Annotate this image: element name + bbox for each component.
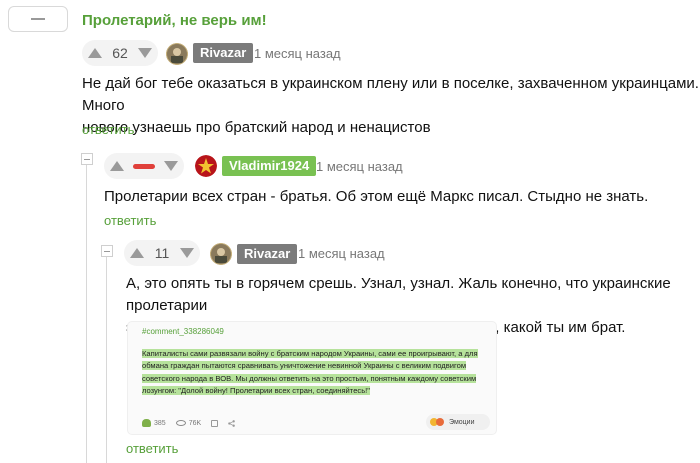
eye-icon [175,420,186,426]
collapse-thread-button[interactable] [8,6,68,32]
comment-time[interactable]: 1 месяц назад [254,46,341,61]
collapse-branch-button[interactable] [101,245,113,257]
emotions-label: Эмоции [449,418,475,426]
negative-rating-bar [133,163,155,169]
author-badge[interactable]: Vladimir1924 [222,156,317,176]
author-badge[interactable]: Rivazar [237,244,298,264]
comment-text: Не дай бог тебе оказаться в украинском п… [82,73,700,139]
views-count: 76K [175,419,202,427]
comment-title: Пролетарий, не верь им! [82,12,267,29]
upvote-icon[interactable] [130,248,144,258]
avatar[interactable] [166,43,188,65]
upvote-icon[interactable] [88,48,102,58]
emotions-button: Эмоции [426,414,490,430]
avatar[interactable] [195,155,217,177]
downvote-icon[interactable] [179,248,194,258]
comment-text-line: А, это опять ты в горячем срешь. Узнал, … [126,275,671,314]
quoted-line: обмана граждан пытаются сравнивать уничт… [142,361,467,371]
quoted-text: Капиталисты сами развязали войну с братс… [142,348,492,398]
embedded-comment-screenshot[interactable]: #comment_338286049 Капиталисты сами разв… [128,322,496,434]
save-icon [211,419,219,427]
views-value: 76K [188,419,202,427]
minus-icon [31,18,45,20]
emoji-icon [436,418,444,426]
comment-text: Пролетарии всех стран - братья. Об этом … [104,188,649,205]
collapse-branch-button[interactable] [81,153,93,165]
quoted-line: советского народа в ВОВ. Мы должны ответ… [142,373,477,383]
minus-icon [104,250,110,252]
author-badge[interactable]: Rivazar [193,43,254,63]
reply-link[interactable]: ответить [82,122,134,137]
heart-icon [142,419,151,427]
likes-count: 385 [142,419,166,427]
reply-link[interactable]: ответить [104,213,156,228]
reply-link[interactable]: ответить [126,441,178,456]
comment-text-line: Не дай бог тебе оказаться в украинском п… [82,75,699,114]
comment-time[interactable]: 1 месяц назад [298,246,385,261]
rating-value: 62 [112,45,128,61]
rating-value: 11 [154,245,170,261]
minus-icon [84,158,90,160]
share-icon [228,419,235,427]
rating-control: 62 [82,40,158,66]
avatar[interactable] [210,243,232,265]
downvote-icon[interactable] [164,161,178,171]
quoted-line: лозунгом: "Долой войну! Пролетарии всех … [142,386,370,396]
quoted-line: Капиталисты сами развязали войну с братс… [142,349,478,358]
upvote-icon[interactable] [110,161,124,171]
comment-time[interactable]: 1 месяц назад [316,159,403,174]
rating-control [104,153,184,179]
comment-text-line: нового узнаешь про братский народ и нена… [82,119,431,136]
thread-line[interactable] [86,160,87,463]
rating-control: 11 [124,240,200,266]
comment-link: #comment_338286049 [142,327,224,336]
likes-value: 385 [154,419,166,427]
downvote-icon[interactable] [137,48,152,58]
thread-line[interactable] [106,250,107,463]
